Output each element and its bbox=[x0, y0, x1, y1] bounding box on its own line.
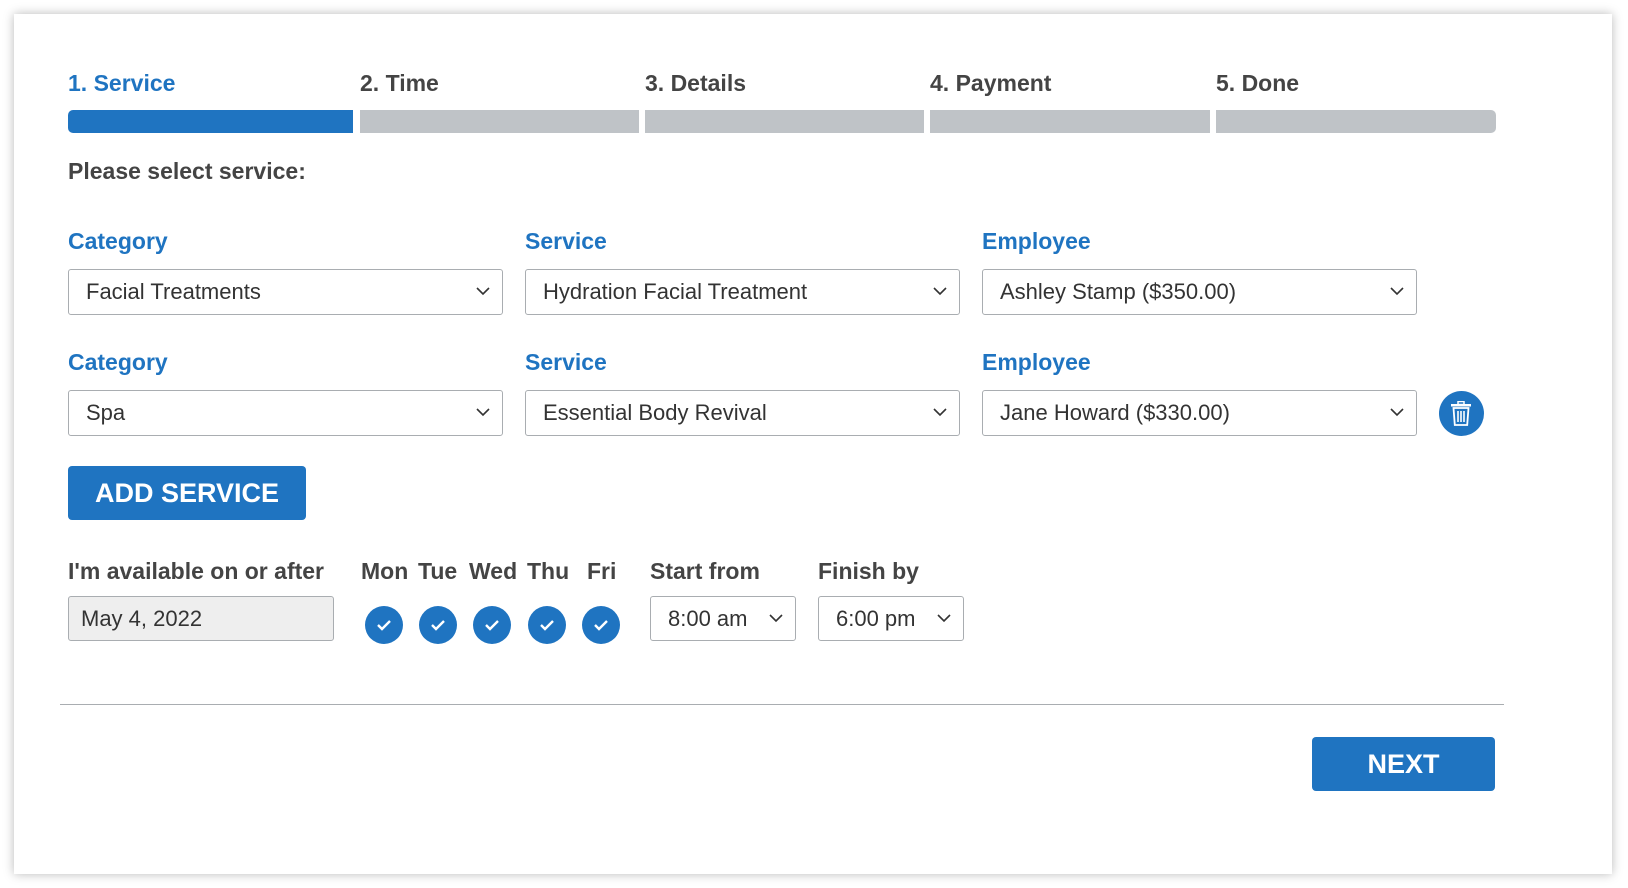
day-fri-checkbox[interactable] bbox=[582, 606, 620, 644]
day-wed-label: Wed bbox=[469, 558, 518, 584]
start-time-value: 8:00 am bbox=[668, 606, 748, 631]
service-label: Service bbox=[525, 228, 607, 254]
available-date-input[interactable]: May 4, 2022 bbox=[68, 596, 334, 641]
step-service-bar bbox=[68, 110, 353, 133]
service-select-value: Essential Body Revival bbox=[543, 400, 767, 425]
day-tue-checkbox[interactable] bbox=[419, 606, 457, 644]
category-select-value: Facial Treatments bbox=[86, 279, 261, 304]
step-done-bar bbox=[1216, 110, 1496, 133]
select-service-prompt: Please select service: bbox=[68, 158, 306, 184]
next-button[interactable]: NEXT bbox=[1312, 737, 1495, 791]
day-thu-checkbox[interactable] bbox=[528, 606, 566, 644]
day-tue-label: Tue bbox=[418, 558, 458, 584]
employee-select-value: Ashley Stamp ($350.00) bbox=[1000, 279, 1237, 304]
service-select[interactable]: Hydration Facial Treatment bbox=[525, 269, 960, 315]
step-done-label[interactable]: 5. Done bbox=[1216, 70, 1299, 97]
category-select[interactable]: Spa bbox=[68, 390, 503, 436]
booking-form-card: 1. Service 2. Time 3. Details 4. Payment… bbox=[14, 14, 1612, 874]
employee-label: Employee bbox=[982, 349, 1091, 375]
service-select-value: Hydration Facial Treatment bbox=[543, 279, 808, 304]
employee-select-value: Jane Howard ($330.00) bbox=[1000, 400, 1230, 425]
chevron-down-icon bbox=[476, 408, 490, 417]
chevron-down-icon bbox=[933, 408, 947, 417]
check-icon bbox=[540, 620, 554, 631]
service-select[interactable]: Essential Body Revival bbox=[525, 390, 960, 436]
chevron-down-icon bbox=[769, 614, 783, 623]
step-time-label[interactable]: 2. Time bbox=[360, 70, 439, 97]
start-time-label: Start from bbox=[650, 558, 760, 584]
chevron-down-icon bbox=[937, 614, 951, 623]
step-payment-label[interactable]: 4. Payment bbox=[930, 70, 1051, 97]
check-icon bbox=[485, 620, 499, 631]
category-label: Category bbox=[68, 228, 168, 254]
check-icon bbox=[594, 620, 608, 631]
step-details-bar bbox=[645, 110, 924, 133]
day-mon-checkbox[interactable] bbox=[365, 606, 403, 644]
finish-time-select[interactable]: 6:00 pm bbox=[818, 596, 964, 641]
available-date-label: I'm available on or after bbox=[68, 558, 324, 584]
add-service-button[interactable]: ADD SERVICE bbox=[68, 466, 306, 520]
step-service-label[interactable]: 1. Service bbox=[68, 70, 175, 97]
finish-time-value: 6:00 pm bbox=[836, 606, 916, 631]
category-label: Category bbox=[68, 349, 168, 375]
day-thu-label: Thu bbox=[527, 558, 570, 584]
day-wed-checkbox[interactable] bbox=[473, 606, 511, 644]
check-icon bbox=[431, 620, 445, 631]
step-time-bar bbox=[360, 110, 639, 133]
chevron-down-icon bbox=[933, 287, 947, 296]
employee-select[interactable]: Ashley Stamp ($350.00) bbox=[982, 269, 1417, 315]
category-select-value: Spa bbox=[86, 400, 126, 425]
category-select[interactable]: Facial Treatments bbox=[68, 269, 503, 315]
day-mon-label: Mon bbox=[361, 558, 409, 584]
finish-time-label: Finish by bbox=[818, 558, 919, 584]
chevron-down-icon bbox=[1390, 287, 1404, 296]
check-icon bbox=[377, 620, 391, 631]
step-details-label[interactable]: 3. Details bbox=[645, 70, 746, 97]
form-divider bbox=[60, 704, 1504, 705]
step-payment-bar bbox=[930, 110, 1210, 133]
employee-select[interactable]: Jane Howard ($330.00) bbox=[982, 390, 1417, 436]
chevron-down-icon bbox=[1390, 408, 1404, 417]
day-fri-label: Fri bbox=[587, 558, 617, 584]
trash-icon bbox=[1451, 401, 1471, 426]
employee-label: Employee bbox=[982, 228, 1091, 254]
service-label: Service bbox=[525, 349, 607, 375]
start-time-select[interactable]: 8:00 am bbox=[650, 596, 796, 641]
chevron-down-icon bbox=[476, 287, 490, 296]
delete-service-button[interactable] bbox=[1439, 391, 1484, 436]
